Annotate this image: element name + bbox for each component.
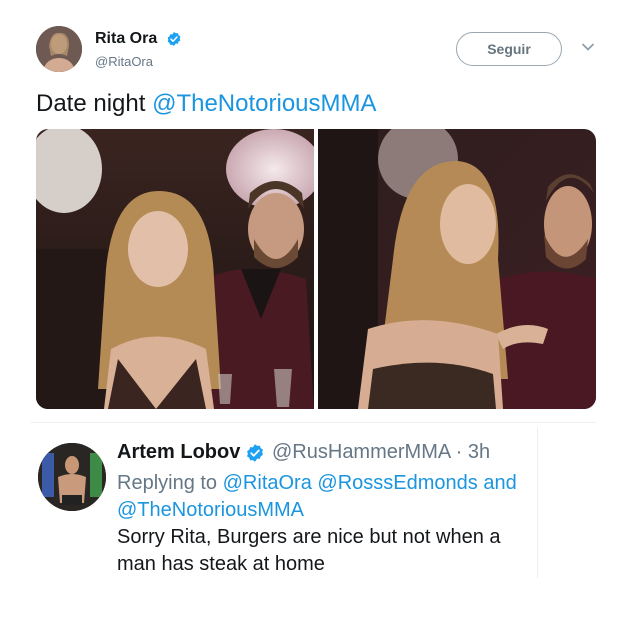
chevron-down-icon[interactable] <box>581 40 595 54</box>
reply-divider <box>30 422 596 423</box>
replying-to-line: Replying to @RitaOra @RosssEdmonds and @… <box>117 470 537 524</box>
verified-badge-icon <box>247 444 263 462</box>
replying-to-mention[interactable]: @RitaOra <box>223 472 312 494</box>
verified-badge-icon <box>167 32 181 46</box>
tweet-text-body: Date night <box>36 90 153 117</box>
author-avatar[interactable] <box>36 26 82 72</box>
tweet-text: Date night @TheNotoriousMMA <box>36 90 377 118</box>
photo-couple-talking <box>318 129 596 409</box>
tweet-photo-right[interactable] <box>318 129 596 409</box>
reply-text: Sorry Rita, Burgers are nice but not whe… <box>117 526 501 575</box>
replying-to-prefix: Replying to <box>117 472 223 494</box>
replying-to-mention[interactable]: @TheNotoriousMMA <box>117 499 304 521</box>
author-handle[interactable]: @RitaOra <box>95 54 153 69</box>
tweet-photo-left[interactable] <box>36 129 314 409</box>
avatar-portrait <box>36 26 82 72</box>
follow-button[interactable]: Seguir <box>456 32 562 66</box>
reply-edge-line <box>537 428 538 578</box>
reply-author-name[interactable]: Artem Lobov <box>117 441 240 464</box>
tweet-mention-link[interactable]: @TheNotoriousMMA <box>152 90 376 117</box>
reply-author-avatar[interactable] <box>38 443 106 511</box>
reply-avatar-fighter <box>38 443 106 511</box>
replying-to-joiner[interactable]: and <box>483 472 516 494</box>
photo-couple-at-table <box>36 129 314 409</box>
reply-author-handle[interactable]: @RusHammerMMA <box>272 441 450 463</box>
reply-author-meta: @RusHammerMMA · 3h <box>272 441 490 464</box>
replying-to-mention[interactable]: @RosssEdmonds <box>317 472 477 494</box>
reply-separator: · <box>450 441 468 463</box>
author-display-name[interactable]: Rita Ora <box>95 30 157 48</box>
reply-timestamp[interactable]: 3h <box>468 441 490 463</box>
